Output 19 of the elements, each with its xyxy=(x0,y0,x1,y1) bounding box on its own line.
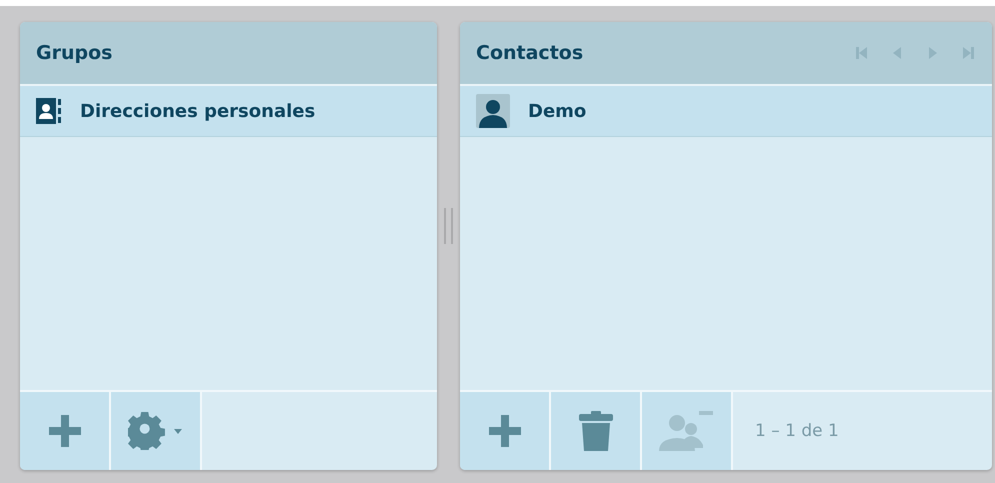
delete-button[interactable] xyxy=(551,392,642,470)
panel-title: Contactos xyxy=(476,42,584,64)
settings-button[interactable] xyxy=(111,392,202,470)
contact-item[interactable]: Demo xyxy=(460,86,992,137)
splitter-handle[interactable] xyxy=(444,208,453,244)
add-button[interactable] xyxy=(460,392,551,470)
last-page-icon xyxy=(962,46,976,60)
first-page-icon xyxy=(854,46,868,60)
panel-title: Grupos xyxy=(36,42,114,64)
group-item[interactable]: Direcciones personales xyxy=(20,86,437,137)
page-count: 1 – 1 de 1 xyxy=(755,421,839,441)
person-icon xyxy=(476,94,510,128)
plus-icon xyxy=(48,415,80,447)
gear-icon xyxy=(128,412,184,450)
address-book-icon xyxy=(36,98,62,124)
plus-icon xyxy=(488,415,520,447)
people-minus-icon xyxy=(658,411,714,451)
add-button[interactable] xyxy=(20,392,111,470)
trash-icon xyxy=(578,411,612,451)
